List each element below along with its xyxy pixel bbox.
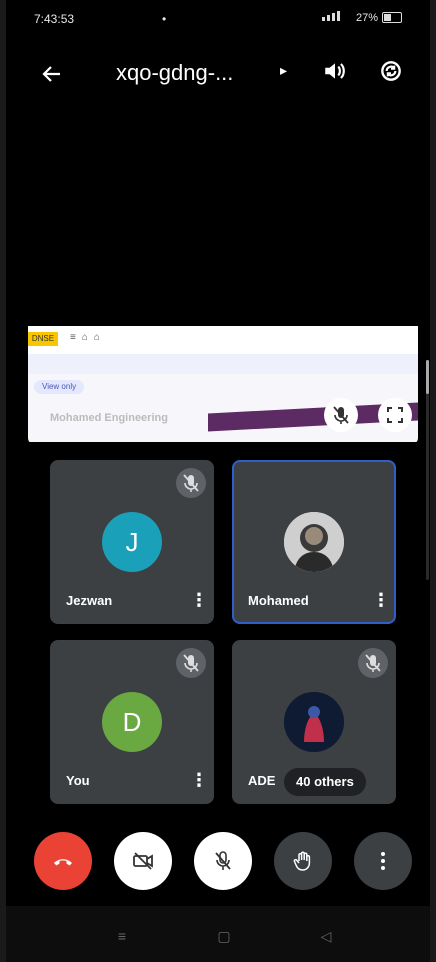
audio-output-button[interactable]	[322, 58, 352, 88]
hand-icon	[293, 851, 311, 871]
fullscreen-button[interactable]	[378, 398, 412, 432]
participant-name: ADE	[248, 773, 276, 788]
camera-toggle-button[interactable]	[114, 832, 172, 890]
battery-icon	[382, 12, 402, 23]
signal-icon	[321, 11, 352, 24]
mic-off-icon	[333, 406, 349, 424]
person-photo-icon	[284, 512, 344, 572]
notification-dot-icon: •	[162, 12, 167, 26]
participant-tile-active[interactable]: Mohamed ⋮	[232, 460, 396, 624]
participant-name: Mohamed	[248, 593, 309, 608]
switch-camera-button[interactable]	[378, 58, 408, 88]
muted-indicator	[358, 648, 388, 678]
view-only-badge: View only	[34, 380, 85, 394]
more-options-icon[interactable]: ⋮	[190, 590, 208, 610]
back-button[interactable]	[36, 58, 68, 90]
participant-name: You	[66, 773, 90, 788]
avatar-photo	[284, 692, 344, 752]
call-header: xqo-gdng-... ▸	[6, 46, 430, 102]
mic-off-icon	[215, 851, 231, 870]
slide-badge: DNSE	[28, 332, 58, 346]
back-arrow-icon	[42, 66, 60, 82]
more-options-icon[interactable]: ⋮	[372, 590, 390, 610]
camera-off-icon	[133, 852, 153, 870]
more-options-icon[interactable]: ⋮	[190, 770, 208, 790]
hang-up-icon	[54, 859, 72, 866]
person-photo-icon	[284, 692, 344, 752]
others-count-badge[interactable]: 40 others	[284, 768, 366, 796]
participant-tile-self[interactable]: D You ⋮	[50, 640, 214, 804]
phone-screen: 7:43:53 • 27% xqo-gdng-... ▸ DNSE ≡⌂⌂ Vi…	[6, 0, 430, 962]
back-nav-icon[interactable]: ◁	[316, 926, 336, 946]
recents-icon[interactable]: ≡	[112, 926, 132, 946]
mic-off-icon	[183, 474, 199, 492]
mic-off-icon	[183, 654, 199, 672]
more-options-button[interactable]	[354, 832, 412, 890]
battery-percent: 27%	[355, 11, 378, 24]
presenter-name: Mohamed Engineering	[50, 412, 168, 424]
avatar: J	[102, 512, 162, 572]
scrollbar-thumb[interactable]	[426, 360, 429, 394]
switch-camera-icon	[381, 61, 401, 81]
raise-hand-button[interactable]	[274, 832, 332, 890]
status-bar: 7:43:53 • 27%	[6, 0, 430, 40]
avatar: D	[102, 692, 162, 752]
participant-tile-others[interactable]: ADE 40 others	[232, 640, 396, 804]
chevron-right-icon[interactable]: ▸	[280, 62, 287, 79]
system-nav-bar: ≡ ▢ ◁	[6, 906, 430, 962]
status-icons: 27%	[321, 11, 402, 24]
end-call-button[interactable]	[34, 832, 92, 890]
slide-controls-icon: ≡⌂⌂	[70, 332, 106, 343]
mic-toggle-button[interactable]	[194, 832, 252, 890]
status-time: 7:43:53	[34, 12, 75, 26]
call-controls	[6, 826, 430, 896]
mic-off-icon	[365, 654, 381, 672]
slide-toolbar: DNSE ≡⌂⌂	[28, 326, 418, 354]
presentation-view[interactable]: DNSE ≡⌂⌂ View only Mohamed Engineering	[28, 108, 418, 444]
fullscreen-icon	[387, 407, 403, 423]
participant-name: Jezwan	[66, 593, 113, 608]
presentation-mute-button[interactable]	[324, 398, 358, 432]
avatar-photo	[284, 512, 344, 572]
more-vert-icon	[381, 852, 385, 870]
meeting-title[interactable]: xqo-gdng-...	[116, 60, 233, 86]
muted-indicator	[176, 648, 206, 678]
muted-indicator	[176, 468, 206, 498]
participant-tile[interactable]: J Jezwan ⋮	[50, 460, 214, 624]
speaker-icon	[325, 63, 345, 79]
home-icon[interactable]: ▢	[214, 926, 234, 946]
slide-band	[28, 354, 418, 374]
shared-screen: DNSE ≡⌂⌂ View only Mohamed Engineering	[28, 326, 418, 442]
